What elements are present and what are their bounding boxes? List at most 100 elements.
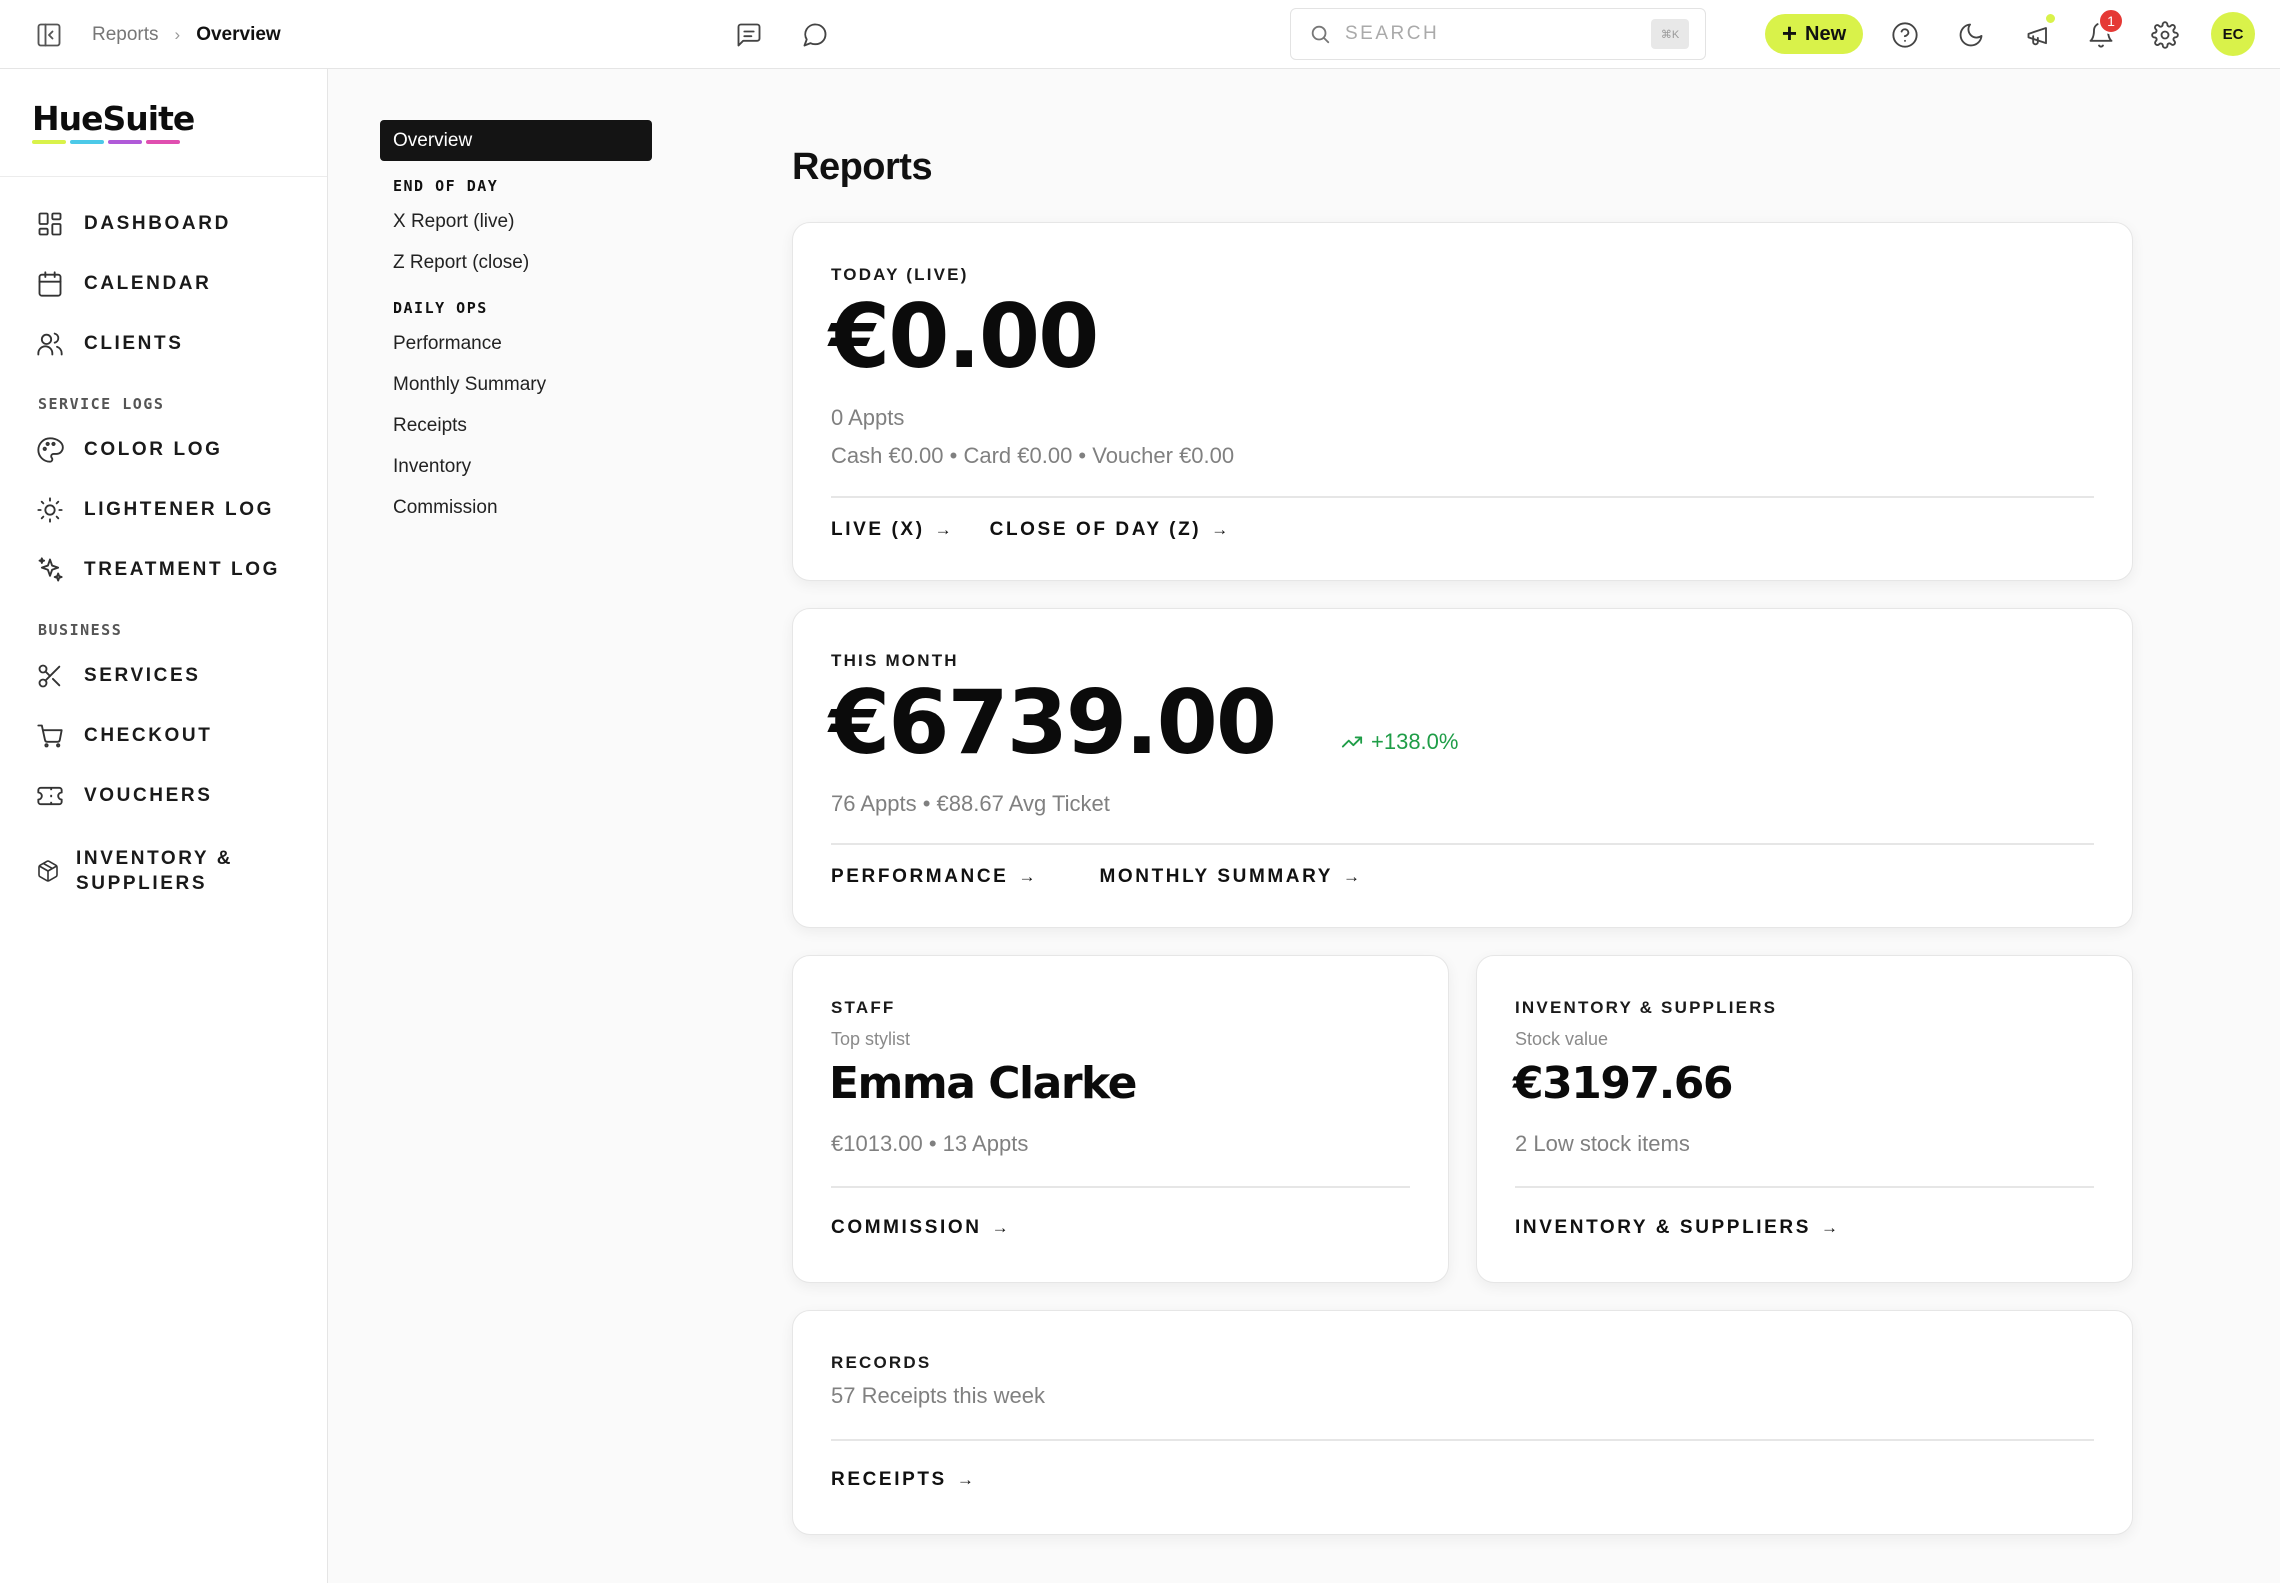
gear-icon[interactable] — [2146, 16, 2184, 54]
sidebar-item-inventory-suppliers[interactable]: INVENTORY & SUPPLIERS — [36, 845, 233, 897]
chevron-right-icon: › — [174, 24, 181, 44]
inventory-sublabel: Stock value — [1515, 1029, 1609, 1049]
sidebar-item-treatment-log[interactable]: TREATMENT LOG — [36, 550, 280, 590]
sidebar-item-label: DASHBOARD — [84, 213, 231, 234]
users-icon — [37, 332, 63, 356]
calendar-icon — [38, 271, 62, 297]
breadcrumb-reports-link[interactable]: Reports — [92, 24, 159, 46]
divider — [1515, 1186, 2094, 1188]
message-square-icon[interactable] — [730, 16, 768, 54]
divider — [831, 1186, 1410, 1188]
top-bar: Reports › Overview SEARCH ⌘K + New 1 EC — [0, 0, 2280, 69]
arrow-right-icon: → — [1018, 867, 1036, 886]
subnav-item-monthly-summary[interactable]: Monthly Summary — [393, 374, 546, 396]
staff-value: Emma Clarke — [829, 1058, 1137, 1109]
subnav-item-x-report[interactable]: X Report (live) — [393, 211, 514, 233]
search-shortcut: ⌘K — [1651, 19, 1689, 49]
sidebar-item-dashboard[interactable]: DASHBOARD — [36, 204, 231, 244]
today-card: TODAY (LIVE) €0.00 0 Appts Cash €0.00 • … — [792, 222, 2133, 581]
month-card: THIS MONTH €6739.00 +138.0% 76 Appts • €… — [792, 608, 2133, 928]
link-label: LIVE (X) — [831, 519, 925, 540]
arrow-right-icon: → — [1211, 520, 1229, 539]
subnav-section-daily-ops: DAILY OPS — [393, 299, 488, 317]
page-title: Reports — [792, 146, 933, 188]
staff-links: COMMISSION → — [831, 1217, 1009, 1239]
link-label: MONTHLY SUMMARY — [1099, 866, 1334, 887]
arrow-right-icon: → — [1821, 1218, 1839, 1237]
subnav-item-inventory[interactable]: Inventory — [393, 456, 471, 478]
link-label: RECEIPTS — [831, 1469, 947, 1490]
trend-value: +138.0% — [1371, 729, 1459, 754]
staff-detail: €1013.00 • 13 Appts — [831, 1131, 1029, 1156]
receipts-link[interactable]: RECEIPTS → — [831, 1469, 974, 1491]
sidebar-item-color-log[interactable]: COLOR LOG — [36, 430, 222, 470]
plus-icon: + — [1781, 18, 1798, 48]
sidebar-toggle-icon[interactable] — [32, 18, 66, 52]
staff-sublabel: Top stylist — [831, 1029, 911, 1049]
today-breakdown: Cash €0.00 • Card €0.00 • Voucher €0.00 — [831, 443, 1235, 468]
performance-link[interactable]: PERFORMANCE → — [831, 866, 1035, 888]
search-placeholder: SEARCH — [1345, 23, 1440, 44]
sun-icon — [37, 497, 63, 523]
sidebar-item-clients[interactable]: CLIENTS — [36, 324, 183, 364]
logo[interactable]: HueSuite — [32, 99, 195, 138]
announcement-dot — [2044, 12, 2057, 25]
sidebar-item-label: VOUCHERS — [84, 785, 213, 806]
help-icon[interactable] — [1886, 16, 1924, 54]
inventory-detail: 2 Low stock items — [1515, 1131, 1690, 1156]
inventory-suppliers-link[interactable]: INVENTORY & SUPPLIERS → — [1515, 1217, 1838, 1239]
link-label: PERFORMANCE — [831, 866, 1009, 887]
sidebar-item-vouchers[interactable]: VOUCHERS — [36, 776, 212, 816]
commission-link[interactable]: COMMISSION → — [831, 1217, 1009, 1239]
arrow-right-icon: → — [934, 520, 952, 539]
month-label: THIS MONTH — [831, 651, 959, 670]
message-circle-icon[interactable] — [796, 16, 834, 54]
grid-icon — [38, 212, 62, 236]
moon-icon[interactable] — [1952, 16, 1990, 54]
today-appts: 0 Appts — [831, 405, 905, 430]
subnav-section-end-of-day: END OF DAY — [393, 177, 499, 195]
month-value: €6739.00 — [829, 671, 1277, 774]
trend-indicator: +138.0% — [1341, 729, 1458, 755]
inventory-links: INVENTORY & SUPPLIERS → — [1515, 1217, 1838, 1239]
sidebar-item-label: CHECKOUT — [84, 725, 213, 746]
sidebar: HueSuite DASHBOARD CALENDAR CLIENTS SERV… — [0, 69, 328, 1583]
arrow-right-icon: → — [1343, 867, 1361, 886]
sidebar-item-label-line2: SUPPLIERS — [76, 873, 208, 894]
link-label: INVENTORY & SUPPLIERS — [1515, 1217, 1812, 1238]
close-of-day-link[interactable]: CLOSE OF DAY (Z) → — [990, 519, 1229, 541]
staff-label: STAFF — [831, 998, 896, 1017]
subnav-item-performance[interactable]: Performance — [393, 333, 502, 355]
sparkles-icon — [38, 557, 63, 582]
monthly-summary-link[interactable]: MONTHLY SUMMARY → — [1099, 866, 1360, 888]
month-links: PERFORMANCE → MONTHLY SUMMARY → — [831, 866, 1360, 888]
new-button[interactable]: + New — [1765, 14, 1863, 54]
records-label: RECORDS — [831, 1353, 932, 1372]
inventory-value: €3197.66 — [1513, 1058, 1734, 1109]
sidebar-item-label: CLIENTS — [84, 333, 184, 354]
trending-up-icon — [1341, 736, 1363, 748]
live-x-link[interactable]: LIVE (X) → — [831, 519, 952, 541]
ticket-icon — [37, 786, 63, 806]
sidebar-item-lightener-log[interactable]: LIGHTENER LOG — [36, 490, 274, 530]
sidebar-item-label: LIGHTENER LOG — [84, 499, 275, 520]
cart-icon — [37, 724, 63, 748]
breadcrumb: Reports › Overview — [92, 0, 281, 69]
sidebar-item-checkout[interactable]: CHECKOUT — [36, 716, 212, 756]
month-detail: 76 Appts • €88.67 Avg Ticket — [831, 791, 1110, 816]
logo-underline — [32, 140, 180, 144]
sidebar-item-calendar[interactable]: CALENDAR — [36, 264, 211, 304]
search-input[interactable]: SEARCH ⌘K — [1290, 8, 1706, 60]
avatar[interactable]: EC — [2211, 12, 2255, 56]
new-button-label: New — [1805, 22, 1847, 45]
subnav-item-commission[interactable]: Commission — [393, 497, 498, 519]
divider — [831, 1439, 2094, 1441]
today-links: LIVE (X) → CLOSE OF DAY (Z) → — [831, 519, 1228, 541]
sidebar-item-label: SERVICES — [84, 665, 201, 686]
sidebar-item-services[interactable]: SERVICES — [36, 656, 201, 696]
subnav-item-z-report[interactable]: Z Report (close) — [393, 252, 529, 274]
sidebar-item-label: TREATMENT LOG — [84, 559, 280, 580]
subnav-item-overview[interactable]: Overview — [380, 120, 652, 161]
subnav-item-receipts[interactable]: Receipts — [393, 415, 467, 437]
search-icon — [1311, 25, 1330, 44]
